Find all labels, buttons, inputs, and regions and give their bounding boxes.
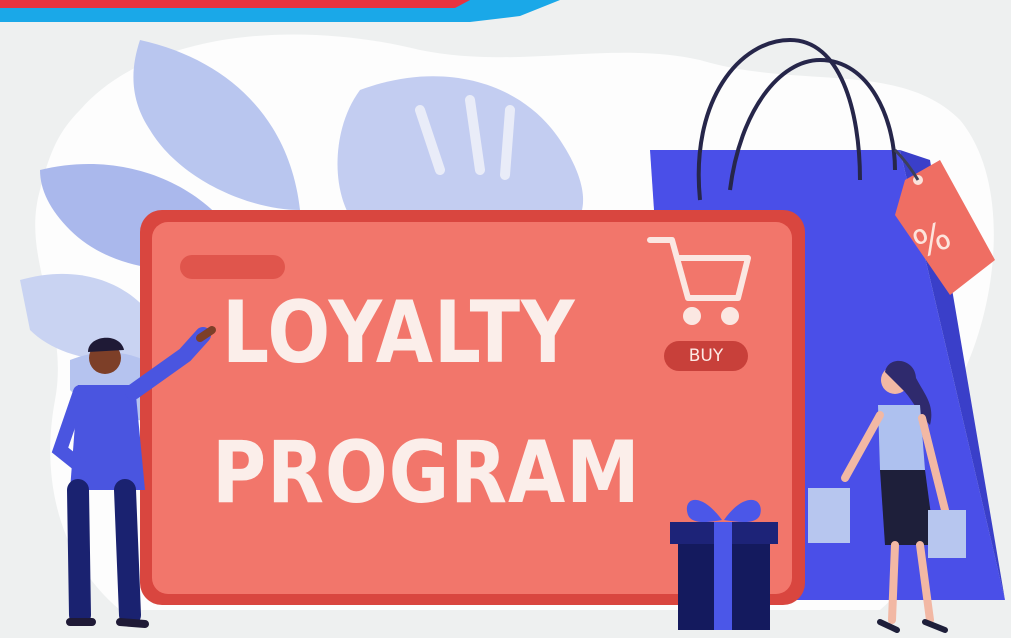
buy-label: BUY — [664, 341, 748, 371]
top-banner-strip — [0, 0, 560, 22]
title-line1: LOYALTY — [222, 283, 576, 383]
title-line2: PROGRAM — [212, 423, 641, 523]
